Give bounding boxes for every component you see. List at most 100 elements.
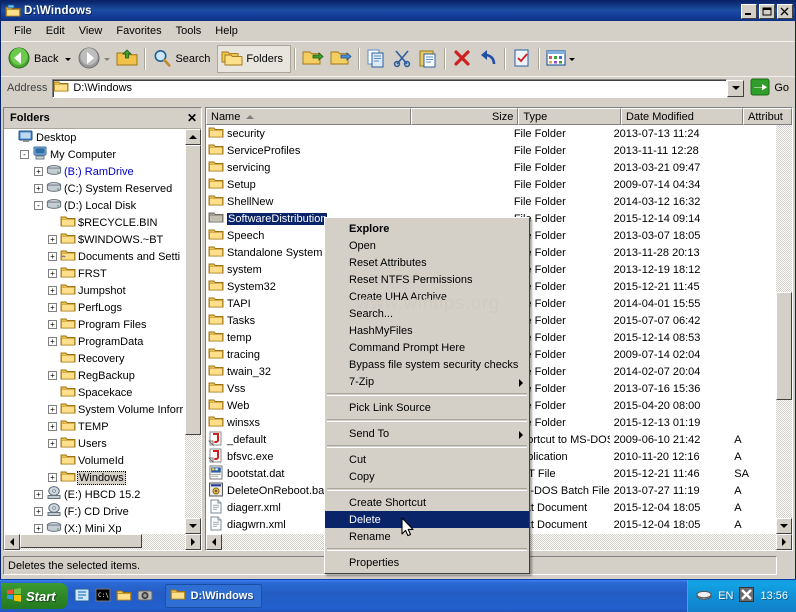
tree-expand-icon[interactable]: + [48, 286, 57, 295]
resize-grip[interactable] [777, 556, 793, 575]
tree-item[interactable]: + PerfLogs [4, 299, 201, 316]
undo-button[interactable] [475, 44, 501, 74]
context-menu-item-cut[interactable]: Cut [325, 451, 529, 468]
file-list-row[interactable]: ServiceProfiles File Folder 2013-11-11 12:… [206, 142, 776, 159]
folder-tree[interactable]: Desktop - My Computer + (B:) RamDrive + (C:… [4, 128, 201, 534]
context-menu-item-search[interactable]: Search... [325, 305, 529, 322]
context-menu-item-7-zip[interactable]: 7-Zip [325, 373, 529, 390]
tree-collapse-icon[interactable]: - [34, 201, 43, 210]
tree-collapse-icon[interactable]: - [20, 150, 29, 159]
tree-item[interactable]: $RECYCLE.BIN [4, 214, 201, 231]
tree-item[interactable]: + (F:) CD Drive [4, 503, 201, 520]
context-menu-item-properties[interactable]: Properties [325, 554, 529, 571]
tree-expand-icon[interactable]: + [34, 507, 43, 516]
security-shield-icon[interactable] [739, 587, 755, 605]
address-dropdown-button[interactable] [727, 79, 745, 97]
tree-vscroll-track[interactable] [185, 145, 201, 518]
tree-item[interactable]: + Users [4, 435, 201, 452]
menu-edit[interactable]: Edit [39, 23, 72, 39]
tree-expand-icon[interactable]: + [34, 184, 43, 193]
tree-expand-icon[interactable]: + [48, 337, 57, 346]
cut-button[interactable] [389, 44, 415, 74]
file-hscroll-right-button[interactable] [776, 534, 792, 550]
hscroll-thumb[interactable] [20, 534, 142, 548]
tree-item[interactable]: + RegBackup [4, 367, 201, 384]
context-menu-item-open[interactable]: Open [325, 237, 529, 254]
folder-tree-vscrollbar[interactable] [185, 129, 201, 534]
tree-expand-icon[interactable]: + [48, 320, 57, 329]
tree-item[interactable]: + Program Files [4, 316, 201, 333]
context-menu-item-create-shortcut[interactable]: Create Shortcut [325, 494, 529, 511]
tree-item[interactable]: Recovery [4, 350, 201, 367]
tree-item[interactable]: + (E:) HBCD 15.2 [4, 486, 201, 503]
go-button[interactable]: Go [745, 78, 793, 99]
tree-vscroll-down-button[interactable] [185, 518, 201, 534]
menu-view[interactable]: View [72, 23, 110, 39]
hscroll-right-button[interactable] [185, 534, 201, 550]
tree-expand-icon[interactable]: + [48, 405, 57, 414]
tree-item[interactable]: VolumeId [4, 452, 201, 469]
tree-expand-icon[interactable]: + [34, 167, 43, 176]
close-button[interactable] [777, 3, 793, 19]
tree-item[interactable]: + Jumpshot [4, 282, 201, 299]
maximize-button[interactable] [759, 3, 775, 19]
context-menu-item-explore[interactable]: Explore [325, 220, 529, 237]
folder-tree-hscrollbar[interactable] [4, 534, 201, 550]
file-name-cell[interactable]: ShellNew [206, 194, 405, 210]
tree-item[interactable]: + ProgramData [4, 333, 201, 350]
menu-favorites[interactable]: Favorites [109, 23, 168, 39]
paste-button[interactable] [415, 44, 441, 74]
tree-item[interactable]: Desktop [4, 129, 201, 146]
context-menu[interactable]: Explore Open Reset Attributes Reset NTFS Pe… [324, 217, 530, 574]
column-header-name[interactable]: Name [206, 108, 411, 125]
tree-item[interactable]: - My Computer [4, 146, 201, 163]
tray-language[interactable]: EN [718, 590, 733, 602]
tree-expand-icon[interactable]: + [48, 303, 57, 312]
explorer-icon[interactable] [74, 587, 90, 606]
search-button[interactable]: Search [149, 44, 217, 74]
copy-to-button[interactable] [327, 44, 355, 74]
context-menu-item-rename[interactable]: Rename [325, 528, 529, 545]
tree-vscroll-up-button[interactable] [185, 129, 201, 145]
column-header-size[interactable]: Size [410, 108, 519, 125]
forward-dropdown-icon[interactable] [104, 57, 111, 61]
back-dropdown-icon[interactable] [65, 57, 72, 61]
tree-expand-icon[interactable]: + [34, 524, 43, 533]
context-menu-item-hashmyfiles[interactable]: HashMyFiles [325, 322, 529, 339]
copy-button[interactable] [363, 44, 389, 74]
tree-item[interactable]: + Documents and Setti [4, 248, 201, 265]
column-header-attribut[interactable]: Attribut [743, 108, 792, 125]
console-icon[interactable]: C:\ [95, 588, 111, 605]
context-menu-item-command-prompt-here[interactable]: Command Prompt Here [325, 339, 529, 356]
tree-expand-icon[interactable]: + [48, 473, 57, 482]
up-button[interactable] [113, 44, 141, 74]
context-menu-item-delete[interactable]: Delete [325, 511, 529, 528]
column-header-type[interactable]: Type [518, 108, 621, 125]
tray-clock[interactable]: 13:56 [760, 590, 788, 602]
file-name-cell[interactable]: security [206, 126, 405, 142]
file-name-cell[interactable]: servicing [206, 160, 405, 176]
minimize-button[interactable] [741, 3, 757, 19]
context-menu-item-pick-link-source[interactable]: Pick Link Source [325, 399, 529, 416]
file-list-row[interactable]: servicing File Folder 2013-03-21 09:47 [206, 159, 776, 176]
tree-item[interactable]: + FRST [4, 265, 201, 282]
tree-item[interactable]: - (D:) Local Disk [4, 197, 201, 214]
file-list-vscrollbar[interactable] [776, 108, 792, 534]
tree-item[interactable]: + (X:) Mini Xp [4, 520, 201, 534]
properties-button[interactable] [509, 44, 535, 74]
views-button[interactable] [543, 44, 578, 74]
context-menu-item-reset-attributes[interactable]: Reset Attributes [325, 254, 529, 271]
network-icon[interactable] [696, 589, 712, 604]
tree-expand-icon[interactable]: + [48, 235, 57, 244]
start-button[interactable]: Start [1, 583, 68, 609]
hscroll-left-button[interactable] [4, 534, 20, 550]
tree-expand-icon[interactable]: + [34, 490, 43, 499]
menu-file[interactable]: File [7, 23, 39, 39]
tree-expand-icon[interactable]: + [48, 422, 57, 431]
vscroll-down-button[interactable] [776, 518, 792, 534]
folder-icon[interactable] [116, 588, 132, 605]
tree-item[interactable]: + $WINDOWS.~BT [4, 231, 201, 248]
address-input[interactable]: D:\Windows [52, 78, 728, 98]
menu-help[interactable]: Help [208, 23, 245, 39]
forward-button[interactable] [74, 44, 113, 74]
